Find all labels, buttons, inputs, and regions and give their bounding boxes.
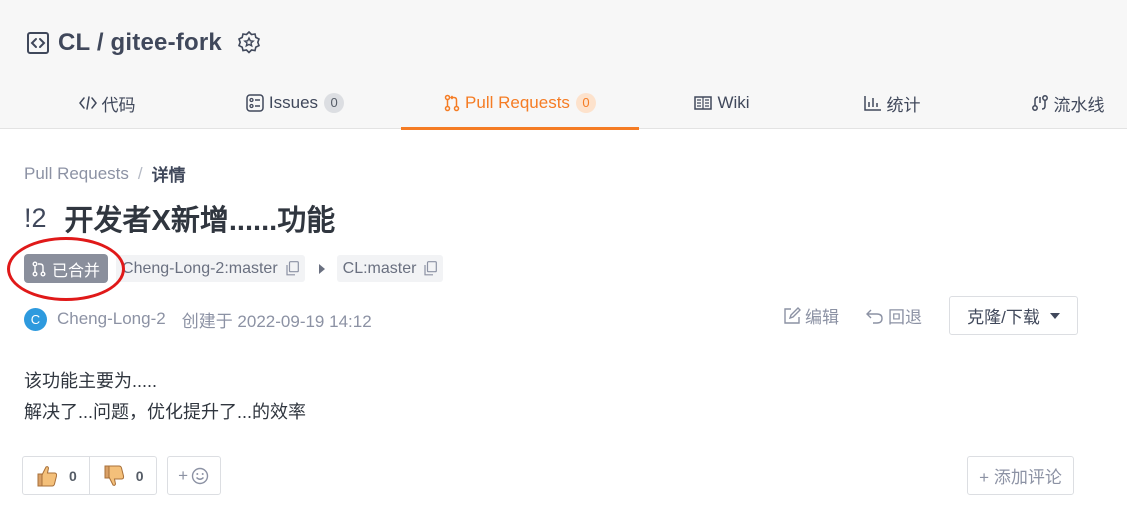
tab-stats-label: 统计 [886,95,921,115]
chevron-down-icon [1049,312,1060,319]
revert-button[interactable]: 回退 [866,303,922,328]
breadcrumb: Pull Requests / 详情 [24,161,186,186]
edit-action[interactable]: 编辑 [783,296,839,335]
pull-request-icon [444,94,460,112]
revert-icon [866,309,883,324]
issues-icon [246,94,264,112]
smiley-icon [191,467,209,484]
tab-pipeline-label: 流水线 [1053,95,1105,115]
repository-icon [27,32,49,54]
thumbs-up-icon [37,465,58,486]
tab-wiki-label: Wiki [717,93,750,112]
tab-stats[interactable]: 统计 [830,77,954,129]
thumbs-down-count: 0 [135,467,144,484]
pr-title: 开发者X新增......功能 [64,205,336,237]
tab-code[interactable]: 代码 [34,77,180,129]
merge-direction-arrow-icon [318,263,325,274]
wiki-icon [694,96,713,110]
pr-author-row: C Cheng-Long-2 创建于 2022-09-19 14:12 [24,307,372,331]
edit-icon [784,306,801,324]
repo-title[interactable]: CL / gitee-fork [58,29,222,57]
author-name[interactable]: Cheng-Long-2 [57,309,166,329]
target-branch-label: CL:master [342,259,417,277]
revert-action[interactable]: 回退 [866,296,922,335]
source-branch-label: Cheng-Long-2:master [122,259,278,277]
tab-issues-label: Issues [268,93,319,112]
pr-number: !2 [24,202,47,233]
merge-icon [32,261,46,276]
edit-label: 编辑 [805,308,839,327]
thumbs-down-button[interactable]: 0 [88,457,156,494]
thumbs-up-button[interactable]: 0 [23,457,89,494]
breadcrumb-pull-requests-link[interactable]: Pull Requests [24,164,129,184]
pr-title-row: !2 开发者X新增......功能 [24,199,336,238]
breadcrumb-current: 详情 [151,166,186,185]
created-timestamp: 创建于 2022-09-19 14:12 [181,311,372,331]
add-comment-button[interactable]: + 添加评论 [967,456,1074,495]
target-branch[interactable]: CL:master [336,255,444,282]
thumbs-down-icon [104,465,124,486]
description-line: 解决了...问题，优化提升了...的效率 [24,402,307,422]
tab-pipeline[interactable]: 流水线 [1010,77,1125,129]
issues-count-badge: 0 [324,93,345,113]
stats-icon [863,96,881,111]
tab-wiki[interactable]: Wiki [660,77,784,129]
thumbs-up-count: 0 [69,467,77,484]
repo-title-row: CL / gitee-fork [26,27,262,59]
pr-status-row: 已合并 Cheng-Long-2:master CL:master [24,254,444,283]
reaction-group: 0 0 [22,456,157,495]
add-reaction-button[interactable]: + [166,456,221,495]
merged-status-label: 已合并 [52,262,101,280]
revert-label: 回退 [888,308,922,327]
edit-button[interactable]: 编辑 [783,303,839,328]
merged-status-badge: 已合并 [24,254,109,283]
pipeline-icon [1031,95,1048,111]
repo-header: CL / gitee-fork 代码 Issues 0 Pull Request… [0,0,1127,130]
reactions-bar: 0 0 + [22,456,221,495]
add-reaction-plus: + [178,465,189,485]
breadcrumb-separator: / [137,163,143,183]
tab-pull-requests-label: Pull Requests [465,93,570,112]
pr-description: 该功能主要为..... 解决了...问题，优化提升了...的效率 [24,366,306,428]
source-branch[interactable]: Cheng-Long-2:master [116,255,305,282]
repo-tabs: 代码 Issues 0 Pull Requests 0 Wiki 统计 流水线 [0,77,1127,130]
clone-download-button[interactable]: 克隆/下载 [949,296,1078,335]
tab-pull-requests[interactable]: Pull Requests 0 [401,77,639,130]
tab-code-label: 代码 [101,95,136,115]
copy-icon[interactable] [424,261,438,276]
recommended-badge-icon[interactable] [236,30,262,56]
tab-issues[interactable]: Issues 0 [222,77,368,129]
clone-download-label: 克隆/下载 [967,308,1040,327]
copy-icon[interactable] [286,261,299,276]
pull-requests-count-badge: 0 [575,93,596,113]
description-line: 该功能主要为..... [24,371,158,391]
avatar[interactable]: C [24,307,47,331]
code-icon [78,96,97,110]
